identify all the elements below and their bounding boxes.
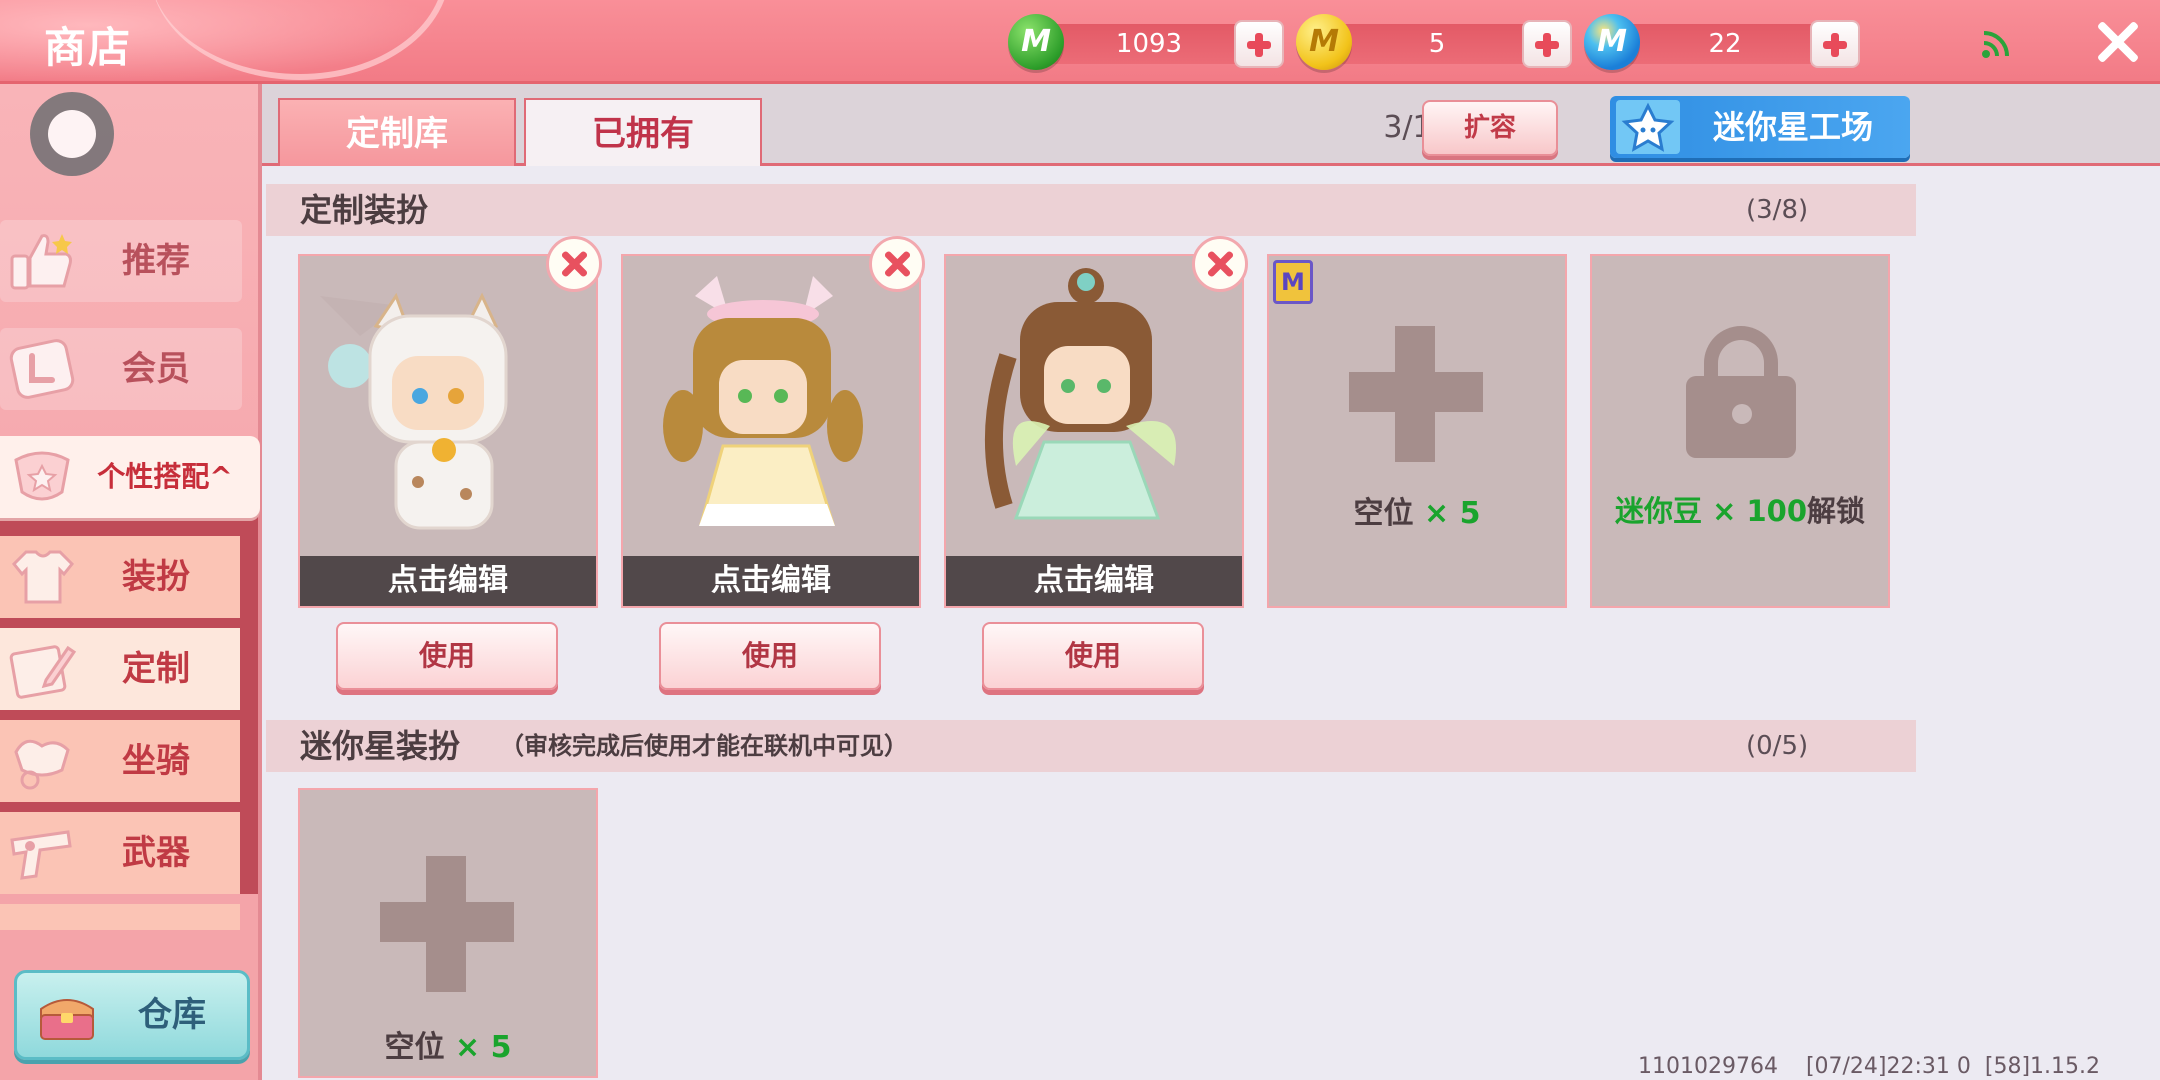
edit-label: 点击编辑 — [946, 556, 1242, 606]
green-m-coin-icon: M — [1008, 14, 1064, 70]
empty-slot-card[interactable]: 空位 × 5 — [298, 788, 598, 1078]
sidebar-item-label: 个性搭配^ — [97, 460, 233, 493]
sidebar-item-label: 武器 — [122, 833, 190, 873]
avatar-cat-outfit — [320, 292, 508, 530]
custom-outfits-header: 定制装扮 (3/8) — [266, 184, 1916, 236]
use-label: 使用 — [418, 639, 475, 672]
add-plus-icon-bar — [380, 902, 514, 942]
close-icon[interactable] — [2092, 16, 2142, 66]
record-button[interactable] — [30, 92, 114, 176]
mini-star-outfits-header: 迷你星装扮 （审核完成后使用才能在联机中可见） (0/5) — [266, 720, 1916, 772]
outfit-card[interactable]: 点击编辑 — [944, 254, 1244, 608]
outfit-card[interactable]: 点击编辑 — [621, 254, 921, 608]
unlock-label: 迷你豆 × 100解锁 — [1614, 494, 1866, 528]
delete-icon[interactable] — [869, 236, 925, 292]
gold-m-coin-icon: M — [1296, 14, 1352, 70]
section-count: (3/8) — [1746, 195, 1809, 225]
section-title: 定制装扮 — [300, 191, 429, 229]
sidebar-item-label: 装扮 — [122, 557, 190, 597]
expand-label: 扩容 — [1463, 113, 1516, 143]
sidebar-item-recommend[interactable]: 推荐 — [0, 220, 242, 302]
avatar-maid-outfit — [663, 276, 863, 526]
currency-green-value: 1093 — [1115, 29, 1183, 59]
signal-icon — [1982, 31, 2009, 58]
sidebar-item-vip[interactable]: 会员 — [0, 328, 242, 410]
m-badge-icon: M — [1273, 260, 1313, 304]
section-count: (0/5) — [1746, 731, 1809, 761]
top-bar: 商店 1093 M 5 M 22 M — [0, 0, 2160, 84]
add-gold-currency-button[interactable] — [1522, 20, 1572, 68]
empty-slot-label: 空位 × 5 — [1353, 496, 1481, 531]
sidebar-item-label: 坐骑 — [122, 741, 190, 781]
tab-custom-library[interactable]: 定制库 — [278, 98, 516, 168]
tab-label: 定制库 — [346, 114, 448, 154]
sidebar-item-mount[interactable]: 坐骑 — [0, 720, 240, 802]
delete-icon[interactable] — [546, 236, 602, 292]
add-blue-currency-button[interactable] — [1810, 20, 1860, 68]
empty-slot-label: 空位 × 5 — [384, 1030, 512, 1065]
section-title: 迷你星装扮 — [300, 727, 461, 765]
avatar-fairy-outfit — [984, 268, 1176, 520]
add-green-currency-button[interactable] — [1234, 20, 1284, 68]
tab-owned[interactable]: 已拥有 — [524, 98, 762, 168]
empty-slot-card[interactable]: M 空位 × 5 — [1267, 254, 1567, 608]
currency-blue-value: 22 — [1708, 29, 1742, 59]
currency-gold-value: 5 — [1428, 29, 1446, 59]
add-plus-icon-bar — [1349, 372, 1483, 412]
sidebar-item-outfit[interactable]: 装扮 — [0, 536, 240, 618]
expand-capacity-button[interactable]: 扩容 — [1422, 100, 1558, 156]
page-title: 商店 — [44, 23, 133, 72]
sidebar-item-label: 会员 — [122, 349, 190, 389]
mini-star-factory-button[interactable]: 迷你星工场 — [1610, 96, 1910, 158]
sidebar: 推荐 会员 个性搭配^ 装扮 定制 坐骑 武器 仓库 — [0, 84, 262, 1080]
delete-icon[interactable] — [1192, 236, 1248, 292]
tabs-row: 定制库 已拥有 3/13 扩容 迷你星工场 — [262, 84, 2160, 168]
sidebar-item-partial[interactable] — [0, 904, 240, 930]
sidebar-item-custom[interactable]: 定制 — [0, 628, 240, 710]
edit-label: 点击编辑 — [623, 556, 919, 606]
outfit-card[interactable]: 点击编辑 — [298, 254, 598, 608]
factory-label: 迷你星工场 — [1712, 108, 1873, 146]
use-button[interactable]: 使用 — [659, 622, 881, 690]
version-info: 1101029764 [07/24]22:31 0 [58]1.15.2 — [1638, 1054, 2101, 1079]
use-button[interactable]: 使用 — [336, 622, 558, 690]
chevron-up-icon: ^ — [209, 460, 233, 493]
use-label: 使用 — [1064, 639, 1121, 672]
sidebar-item-label: 定制 — [122, 649, 190, 689]
warehouse-label: 仓库 — [138, 995, 206, 1035]
sidebar-item-label: 推荐 — [122, 241, 190, 281]
use-button[interactable]: 使用 — [982, 622, 1204, 690]
main-content: 定制装扮 (3/8) 点击编辑 使用 点击编辑 使用 点击编辑 使用 M 空位 … — [262, 166, 2160, 1080]
warehouse-button[interactable]: 仓库 — [14, 970, 250, 1060]
sidebar-item-personal-style[interactable]: 个性搭配^ — [0, 436, 260, 518]
use-label: 使用 — [741, 639, 798, 672]
sidebar-item-weapon[interactable]: 武器 — [0, 812, 240, 894]
section-note: （审核完成后使用才能在联机中可见） — [500, 732, 908, 760]
locked-slot-card[interactable]: 迷你豆 × 100解锁 — [1590, 254, 1890, 608]
blue-m-coin-icon: M — [1584, 14, 1640, 70]
edit-label: 点击编辑 — [300, 556, 596, 606]
chest-icon — [40, 999, 94, 1040]
star-icon — [1616, 100, 1680, 154]
lock-icon-keyhole — [1732, 404, 1752, 424]
tab-label: 已拥有 — [592, 114, 694, 154]
